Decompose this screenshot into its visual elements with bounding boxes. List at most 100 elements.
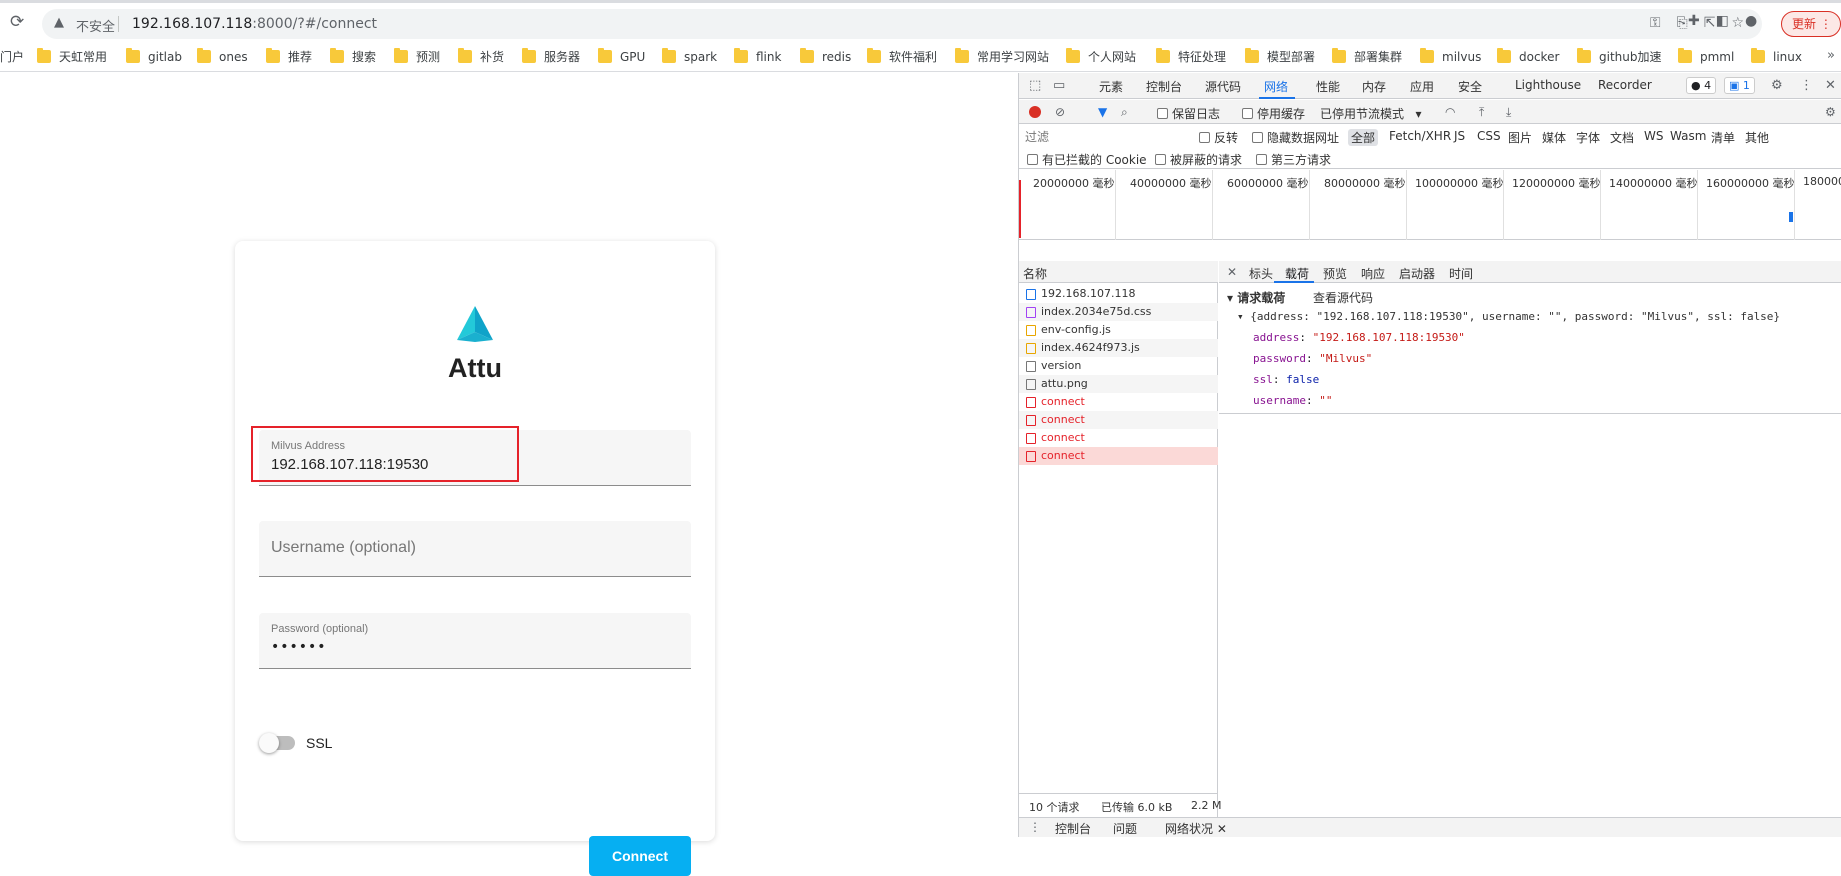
bookmark-item[interactable]: 搜索 (330, 48, 376, 66)
bookmark-item[interactable]: gitlab (126, 48, 182, 66)
bookmark-item[interactable]: docker (1497, 48, 1559, 66)
translate-icon[interactable]: ⎘ (1677, 15, 1688, 31)
bookmark-item[interactable]: 补货 (458, 48, 504, 66)
throttle-select[interactable]: 已停用节流模式 ▾ (1320, 105, 1421, 122)
request-list-header[interactable]: 名称 (1019, 261, 1218, 283)
request-row-failed[interactable]: connect (1019, 393, 1218, 411)
blocked-requests-checkbox[interactable]: 被屏蔽的请求 (1155, 151, 1242, 168)
key-icon[interactable]: ⚿ (1650, 15, 1661, 31)
bookmark-item[interactable]: 模型部署 (1245, 48, 1315, 66)
connect-button[interactable]: Connect (589, 836, 691, 876)
devtools-tab[interactable]: 内存 (1362, 78, 1386, 95)
bookmark-item[interactable]: 门户 (0, 48, 24, 66)
export-har-icon[interactable]: ⤓ (1506, 105, 1511, 120)
network-conditions-icon[interactable]: ◠ (1445, 105, 1455, 119)
hide-data-urls-checkbox[interactable]: 隐藏数据网址 (1252, 129, 1339, 146)
bookmark-item[interactable]: 常用学习网站 (955, 48, 1049, 66)
reload-icon[interactable]: ⟳ (10, 13, 28, 31)
update-button[interactable]: 更新 ⋮ (1781, 11, 1841, 37)
detail-tab-payload[interactable]: 载荷 (1285, 265, 1309, 282)
bookmark-item[interactable]: flink (734, 48, 781, 66)
detail-tab[interactable]: 预览 (1323, 265, 1347, 282)
bookmark-item[interactable]: 特征处理 (1156, 48, 1226, 66)
payload-section-title[interactable]: ▾ 请求载荷 (1227, 289, 1285, 306)
import-har-icon[interactable]: ⤒ (1479, 105, 1484, 120)
profile-icon[interactable]: ● (1745, 13, 1757, 29)
devtools-tab[interactable]: 性能 (1316, 78, 1340, 95)
drawer-tab[interactable]: 问题 (1113, 820, 1137, 837)
bookmark-item[interactable]: GPU (598, 48, 645, 66)
password-field[interactable]: Password (optional) •••••• (259, 613, 691, 669)
bookmark-item[interactable]: 天虹常用 (37, 48, 107, 66)
bookmark-item[interactable]: spark (662, 48, 717, 66)
bookmark-item[interactable]: 个人网站 (1066, 48, 1136, 66)
devtools-tab[interactable]: 元素 (1099, 78, 1123, 95)
type-filter[interactable]: Wasm (1670, 129, 1706, 143)
invert-checkbox[interactable]: 反转 (1199, 129, 1238, 146)
issues-badge[interactable]: ● 4 (1686, 77, 1717, 94)
type-filter[interactable]: 字体 (1576, 129, 1600, 146)
detail-tab[interactable]: 标头 (1249, 265, 1273, 282)
blocked-cookies-checkbox[interactable]: 有已拦截的 Cookie (1027, 151, 1147, 168)
bookmark-item[interactable]: redis (800, 48, 851, 66)
bookmark-item[interactable]: 部署集群 (1332, 48, 1402, 66)
type-filter[interactable]: Fetch/XHR (1389, 129, 1451, 143)
settings-icon[interactable]: ⚙ (1771, 78, 1783, 93)
bookmark-item[interactable]: ones (197, 48, 248, 66)
bookmark-item[interactable]: 推荐 (266, 48, 312, 66)
inspect-icon[interactable]: ⬚ (1029, 78, 1041, 93)
type-filter[interactable]: 清单 (1711, 129, 1735, 146)
devtools-tab[interactable]: 安全 (1458, 78, 1482, 95)
detail-tab[interactable]: 启动器 (1399, 265, 1435, 282)
request-row-failed[interactable]: connect (1019, 411, 1218, 429)
bookmark-item[interactable]: github加速 (1577, 48, 1662, 66)
filter-icon[interactable]: ▼ (1098, 105, 1107, 119)
close-detail-icon[interactable]: ✕ (1227, 265, 1237, 279)
detail-tab[interactable]: 响应 (1361, 265, 1385, 282)
view-source-link[interactable]: 查看源代码 (1313, 289, 1373, 306)
request-row[interactable]: version (1019, 357, 1218, 375)
clear-icon[interactable]: ⊘ (1055, 105, 1065, 119)
disable-cache-checkbox[interactable]: 停用缓存 (1242, 105, 1305, 122)
drawer-menu-icon[interactable]: ⋮ (1029, 820, 1041, 834)
request-row-selected[interactable]: connect (1019, 447, 1218, 465)
request-row[interactable]: index.2034e75d.css (1019, 303, 1218, 321)
side-panel-icon[interactable]: ◧ (1716, 13, 1729, 29)
username-field[interactable]: Username (optional) (259, 521, 691, 577)
devtools-tab[interactable]: 源代码 (1205, 78, 1241, 95)
network-settings-icon[interactable]: ⚙ (1825, 105, 1836, 119)
devtools-tab[interactable]: Lighthouse (1515, 78, 1581, 92)
device-toolbar-icon[interactable]: ▭ (1053, 78, 1065, 93)
drawer-tab[interactable]: 控制台 (1055, 820, 1091, 837)
omnibox[interactable]: ▲ 不安全 192.168.107.118:8000/?#/connect ⚿ … (42, 9, 1762, 39)
type-filter[interactable]: WS (1644, 129, 1663, 143)
devtools-tab[interactable]: 控制台 (1146, 78, 1182, 95)
request-row[interactable]: index.4624f973.js (1019, 339, 1218, 357)
bookmark-item[interactable]: 服务器 (522, 48, 580, 66)
bookmark-item[interactable]: milvus (1420, 48, 1481, 66)
request-row[interactable]: 192.168.107.118 (1019, 285, 1218, 303)
type-filter[interactable]: CSS (1477, 129, 1501, 143)
record-icon[interactable] (1029, 106, 1041, 118)
type-filter[interactable]: 文档 (1610, 129, 1634, 146)
type-filter-all[interactable]: 全部 (1348, 129, 1379, 146)
bookmark-item[interactable]: pmml (1678, 48, 1734, 66)
more-bookmarks-icon[interactable]: » (1827, 48, 1835, 63)
type-filter[interactable]: 其他 (1745, 129, 1769, 146)
detail-tab[interactable]: 时间 (1449, 265, 1473, 282)
devtools-tab-network[interactable]: 网络 (1264, 78, 1288, 95)
filter-input[interactable]: 过滤 (1023, 128, 1189, 146)
close-devtools-icon[interactable]: ✕ (1825, 78, 1836, 93)
request-row[interactable]: env-config.js (1019, 321, 1218, 339)
url-text[interactable]: 192.168.107.118:8000/?#/connect (132, 16, 377, 32)
request-row[interactable]: attu.png (1019, 375, 1218, 393)
request-row-failed[interactable]: connect (1019, 429, 1218, 447)
devtools-tab[interactable]: 应用 (1410, 78, 1434, 95)
devtools-tab[interactable]: Recorder (1598, 78, 1652, 92)
messages-badge[interactable]: ▣ 1 (1724, 77, 1755, 94)
extensions-icon[interactable]: ✚ (1688, 13, 1700, 29)
type-filter[interactable]: JS (1454, 129, 1465, 143)
drawer-tab-active[interactable]: 网络状况 ✕ (1165, 820, 1227, 837)
bookmark-item[interactable]: 软件福利 (867, 48, 937, 66)
bookmark-item[interactable]: linux (1751, 48, 1802, 66)
